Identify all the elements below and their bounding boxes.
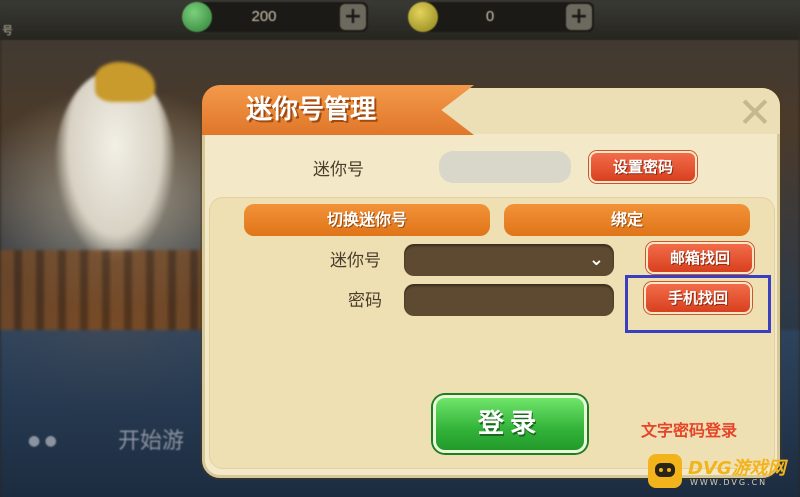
topbar-label: 号 [2, 24, 13, 37]
password-field[interactable] [404, 284, 614, 316]
set-password-button[interactable]: 设置密码 [589, 151, 697, 183]
text-password-login-link[interactable]: 文字密码登录 [641, 417, 737, 441]
watermark-brand: DVG游戏网 [688, 458, 786, 479]
gem-count: 200 [251, 8, 277, 25]
coin-count: 0 [485, 8, 495, 25]
site-watermark: DVG游戏网 WWW.DVG.CN [648, 452, 798, 492]
password-label: 密码 [348, 291, 382, 311]
highlight-box [625, 275, 771, 333]
chevron-down-icon[interactable]: ⌄ [589, 249, 604, 270]
coin-counter: 0 + [408, 2, 594, 32]
tab-bind[interactable]: 绑定 [504, 204, 750, 236]
mini-id-value [439, 151, 571, 183]
mini-id-label: 迷你号 [313, 160, 364, 180]
tab-switch-mini-id[interactable]: 切换迷你号 [244, 204, 490, 236]
mini-account-dialog: 迷你号管理 ✕ 迷你号 设置密码 切换迷你号 绑定 迷你号 ⌄ 邮箱找回 密码 … [202, 85, 780, 478]
hud-dots: ● ● [28, 433, 57, 449]
background-fence [0, 250, 220, 330]
login-button[interactable]: 登录 [433, 395, 587, 453]
close-icon[interactable]: ✕ [735, 92, 775, 134]
title-ribbon: 迷你号管理 [202, 85, 474, 135]
start-game-text: 开始游 [118, 429, 185, 454]
mini-id-select[interactable]: ⌄ [404, 244, 614, 276]
mini-id-field-label: 迷你号 [330, 251, 381, 271]
email-recover-button[interactable]: 邮箱找回 [646, 242, 754, 274]
gem-counter: 200 + [182, 2, 368, 32]
dialog-title: 迷你号管理 [246, 95, 377, 125]
gamepad-icon [648, 454, 682, 488]
character-hat [95, 62, 155, 102]
resource-bar: 号 200 + 0 + [0, 0, 800, 40]
add-gems-button[interactable]: + [340, 4, 366, 30]
add-coins-button[interactable]: + [566, 4, 592, 30]
watermark-url: WWW.DVG.CN [690, 478, 768, 487]
